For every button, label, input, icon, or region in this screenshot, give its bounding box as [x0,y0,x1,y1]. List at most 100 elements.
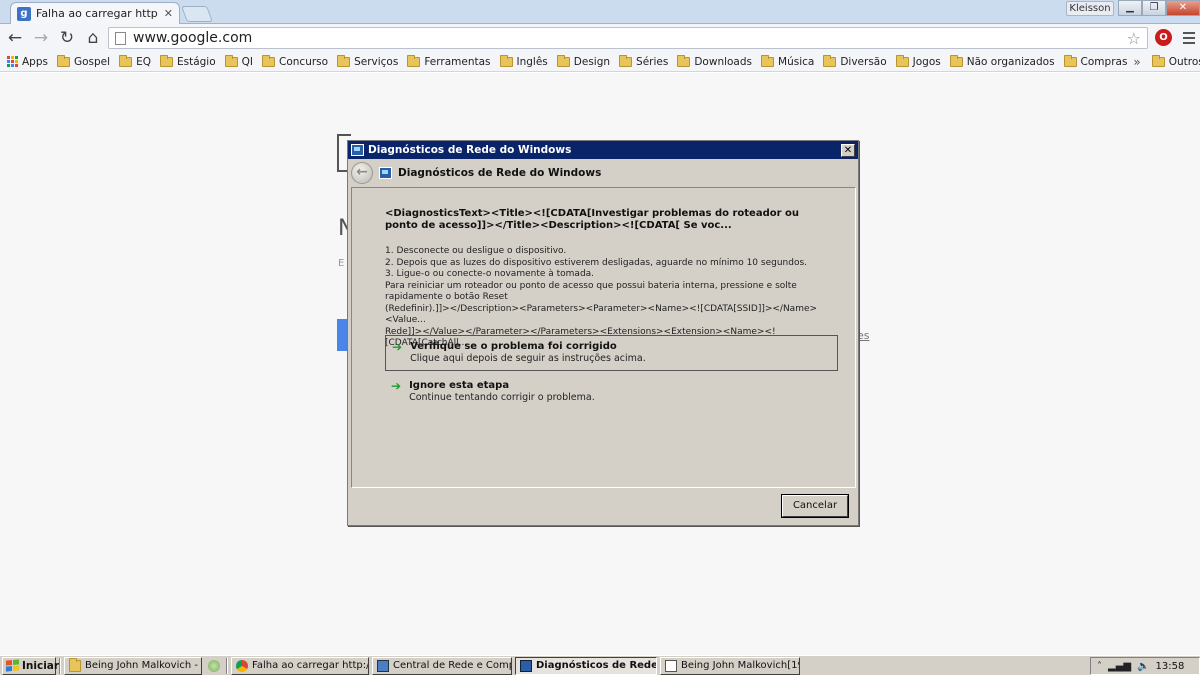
skip-step-option[interactable]: ➔ Ignore esta etapa Continue tentando co… [385,375,838,411]
bookmark-label: Outros favoritos [1168,55,1200,68]
bookmark-folder[interactable]: Ferramentas [404,52,496,71]
apps-grid-icon [7,56,18,67]
dialog-title-bar[interactable]: Diagnósticos de Rede do Windows ✕ [348,141,858,159]
folder-icon [337,54,351,67]
taskbar-item[interactable]: Being John Malkovich[19... [660,656,800,675]
bookmark-label: Não organizados [966,55,1055,68]
folder-icon [224,54,238,67]
bookmark-folder[interactable]: Séries [616,52,674,71]
bookmark-folder[interactable]: Serviços [334,52,404,71]
bookmark-label: Jogos [912,55,941,68]
reload-icon[interactable]: ↻ [54,28,80,48]
taskbar-item-active[interactable]: Diagnósticos de Rede... [515,656,657,675]
green-arrow-icon: ➔ [392,340,403,354]
diagnostics-instructions: 1. Desconecte ou desligue o dispositivo.… [385,246,818,348]
chrome-menu-icon[interactable] [1183,32,1195,47]
dialog-header: ← Diagnósticos de Rede do Windows [348,159,858,186]
dialog-close-button[interactable]: ✕ [841,143,855,157]
bookmark-apps[interactable]: Apps [4,52,54,71]
forward-arrow-icon[interactable]: → [28,28,54,48]
bookmark-folder[interactable]: Diversão [820,52,892,71]
taskbar-item[interactable]: Central de Rede e Comp... [372,656,512,675]
network-diagnostics-dialog: Diagnósticos de Rede do Windows ✕ ← Diag… [347,140,859,526]
back-button-icon[interactable]: ← [351,161,373,184]
restore-button[interactable]: ❐ [1142,0,1166,16]
folder-icon [556,54,570,67]
bookmark-label: Compras [1080,55,1128,68]
wifi-signal-icon[interactable]: ▂▄▆ [1108,661,1131,672]
taskbar-item-label: Being John Malkovich - 1... [85,660,201,671]
start-label: Iniciar [22,659,60,672]
folder-icon [823,54,837,67]
folder-icon [761,54,775,67]
window-close-button[interactable]: ✕ [1166,0,1200,16]
bookmark-folder[interactable]: QI [222,52,259,71]
folder-icon [499,54,513,67]
bookmark-label: Estágio [176,55,216,68]
folder-icon [159,54,173,67]
network-diagnostics-icon [351,144,364,156]
browser-tab[interactable]: g Falha ao carregar http://ww ✕ [10,2,180,24]
opera-extension-icon[interactable]: O [1155,29,1172,46]
start-button[interactable]: Iniciar [2,656,60,675]
bookmark-folder[interactable]: Não organizados [947,52,1061,71]
network-diagnostics-icon [379,166,392,179]
chrome-icon [236,659,248,672]
bookmarks-overflow-chevron[interactable]: » [1133,55,1148,69]
folder-icon [1151,54,1165,67]
taskbar-item-label: Being John Malkovich[19... [681,660,799,671]
tab-close-icon[interactable]: ✕ [164,7,173,20]
folder-icon [949,54,963,67]
quick-launch-icon[interactable] [205,658,223,674]
bookmark-label: Design [573,55,611,68]
minimize-button[interactable]: ▁ [1118,0,1142,16]
new-tab-button[interactable] [181,6,213,22]
folder-icon [407,54,421,67]
cancel-button[interactable]: Cancelar [781,494,849,518]
bookmark-label: Concurso [279,55,329,68]
browser-title-bar: g Falha ao carregar http://ww ✕ Kleisson… [0,0,1200,24]
bookmark-other-favorites[interactable]: Outros favoritos [1149,52,1200,71]
bookmark-folder[interactable]: Compras [1061,52,1134,71]
clock[interactable]: 13:58 [1156,661,1185,672]
taskbar-item-label: Diagnósticos de Rede... [536,660,657,671]
bookmark-label: Séries [636,55,669,68]
dialog-window-title: Diagnósticos de Rede do Windows [368,144,572,156]
document-icon [665,659,677,672]
bookmark-folder[interactable]: Música [758,52,820,71]
folder-icon [119,54,133,67]
bookmark-folder[interactable]: EQ [116,52,157,71]
bookmark-label: Inglês [516,55,548,68]
tab-title: Falha ao carregar http://ww [36,7,159,20]
bookmark-folder[interactable]: Concurso [259,52,334,71]
google-favicon-icon: g [17,6,31,21]
back-arrow-icon[interactable]: ← [2,28,28,48]
bookmark-folder[interactable]: Jogos [893,52,947,71]
folder-icon [677,54,691,67]
verify-fixed-option[interactable]: ➔ Verifique se o problema foi corrigido … [385,335,838,371]
tray-expand-icon[interactable]: ˄ [1097,661,1102,672]
profile-button[interactable]: Kleisson [1066,1,1114,16]
taskbar-item[interactable]: Falha ao carregar http://... [231,656,369,675]
address-bar[interactable]: www.google.com ☆ [108,27,1148,49]
dialog-content-panel: <DiagnosticsText><Title><![CDATA[Investi… [351,187,856,488]
taskbar-item[interactable]: Being John Malkovich - 1... [64,656,202,675]
folder-icon [69,657,81,672]
bookmark-folder[interactable]: Gospel [54,52,116,71]
bookmark-star-icon[interactable]: ☆ [1127,29,1141,48]
bookmark-label: Apps [22,55,48,68]
bookmark-folder[interactable]: Design [554,52,616,71]
folder-icon [262,54,276,67]
option-description: Continue tentando corrigir o problema. [409,392,595,403]
bookmark-folder[interactable]: Estágio [157,52,222,71]
address-url[interactable]: www.google.com [133,30,1120,46]
bookmark-folder[interactable]: Downloads [674,52,758,71]
bookmark-label: Downloads [694,55,753,68]
bookmark-folder[interactable]: Inglês [497,52,554,71]
volume-icon[interactable]: 🔈 [1137,661,1149,672]
bookmark-label: Diversão [840,55,887,68]
taskbar-separator [59,657,61,674]
page-icon [115,31,126,45]
option-label: Verifique se o problema foi corrigido [410,341,617,352]
home-icon[interactable]: ⌂ [80,28,106,48]
